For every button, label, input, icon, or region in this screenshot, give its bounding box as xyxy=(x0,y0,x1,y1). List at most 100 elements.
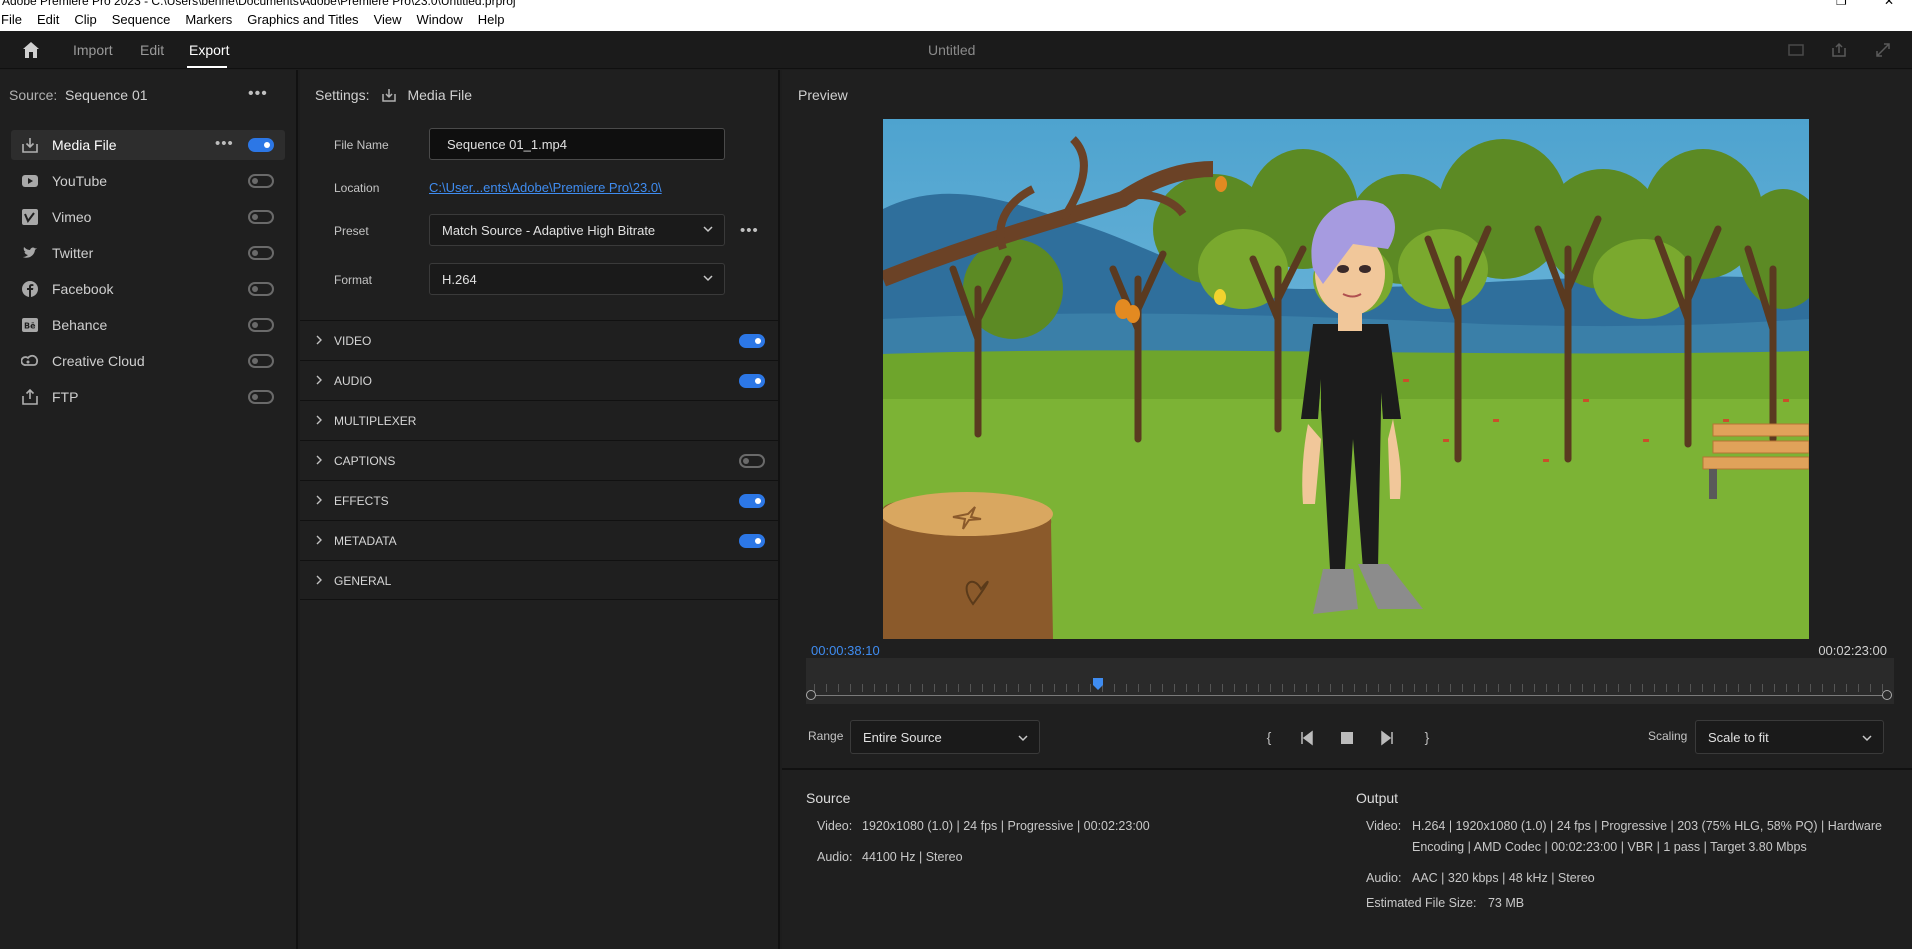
output-video-value-line2: Encoding | AMD Codec | 00:02:23:00 | VBR… xyxy=(1412,840,1807,854)
menu-graphics-and-titles[interactable]: Graphics and Titles xyxy=(240,12,366,27)
destination-creative-cloud[interactable]: Creative Cloud xyxy=(11,346,285,376)
section-multiplexer[interactable]: MULTIPLEXER xyxy=(300,400,778,440)
playhead-icon[interactable] xyxy=(1092,678,1104,690)
section-video[interactable]: VIDEO xyxy=(300,320,778,360)
out-point-handle[interactable] xyxy=(1882,690,1892,700)
stop-icon[interactable] xyxy=(1338,729,1356,747)
section-metadata[interactable]: METADATA xyxy=(300,520,778,560)
format-select[interactable]: H.264 xyxy=(429,263,725,295)
destination-facebook[interactable]: Facebook xyxy=(11,274,285,304)
source-name: Sequence 01 xyxy=(65,87,148,103)
source-video-label: Video: xyxy=(817,819,853,833)
twitter-toggle[interactable] xyxy=(248,246,274,260)
source-more-icon[interactable]: ••• xyxy=(248,85,268,103)
destinations-panel: Source: Sequence 01 ••• Media File ••• Y… xyxy=(0,70,298,949)
destination-youtube[interactable]: YouTube xyxy=(11,166,285,196)
tab-edit[interactable]: Edit xyxy=(140,42,164,58)
chevron-down-icon xyxy=(703,226,713,233)
fullscreen-icon[interactable] xyxy=(1874,42,1892,58)
menu-help[interactable]: Help xyxy=(471,12,513,27)
file-name-label: File Name xyxy=(334,138,389,152)
menu-view[interactable]: View xyxy=(367,12,410,27)
home-icon[interactable] xyxy=(22,41,40,59)
preview-controls: Range Entire Source { } Scaling Scale to… xyxy=(782,720,1912,756)
facebook-toggle[interactable] xyxy=(248,282,274,296)
chevron-right-icon xyxy=(316,495,322,505)
video-toggle[interactable] xyxy=(739,334,765,348)
chevron-down-icon xyxy=(1862,735,1872,742)
menu-sequence[interactable]: Sequence xyxy=(105,12,179,27)
metadata-toggle[interactable] xyxy=(739,534,765,548)
destination-label: YouTube xyxy=(52,173,108,189)
location-label: Location xyxy=(334,181,380,195)
creative-cloud-toggle[interactable] xyxy=(248,354,274,368)
step-forward-icon[interactable] xyxy=(1378,729,1396,747)
media-file-icon xyxy=(382,89,397,102)
menu-edit[interactable]: Edit xyxy=(30,12,67,27)
preset-select[interactable]: Match Source - Adaptive High Bitrate xyxy=(429,214,725,246)
destination-label: Creative Cloud xyxy=(52,353,145,369)
section-label: AUDIO xyxy=(334,374,373,388)
preset-more-icon[interactable]: ••• xyxy=(740,222,759,239)
media-file-toggle[interactable] xyxy=(248,138,274,152)
audio-toggle[interactable] xyxy=(739,374,765,388)
section-effects[interactable]: EFFECTS xyxy=(300,480,778,520)
output-audio-value: AAC | 320 kbps | 48 kHz | Stereo xyxy=(1412,871,1595,885)
behance-toggle[interactable] xyxy=(248,318,274,332)
destination-media-file[interactable]: Media File ••• xyxy=(11,130,285,160)
destination-behance[interactable]: Bē Behance xyxy=(11,310,285,340)
active-tab-indicator xyxy=(187,66,227,68)
section-label: CAPTIONS xyxy=(334,454,396,468)
cartoon-park-scene-image xyxy=(883,119,1809,639)
destination-label: Behance xyxy=(52,317,108,333)
location-link[interactable]: C:\User...ents\Adobe\Premiere Pro\23.0\ xyxy=(429,180,662,195)
vimeo-icon xyxy=(22,209,38,225)
section-audio[interactable]: AUDIO xyxy=(300,360,778,400)
estimated-size-row: Estimated File Size: 73 MB xyxy=(1366,893,1524,914)
range-select[interactable]: Entire Source xyxy=(850,720,1040,754)
app-header: Import Edit Export Untitled xyxy=(0,31,1912,69)
destination-ftp[interactable]: FTP xyxy=(11,382,285,412)
estimated-size-value: 73 MB xyxy=(1487,896,1525,910)
chevron-right-icon xyxy=(316,575,322,585)
section-captions[interactable]: CAPTIONS xyxy=(300,440,778,480)
mark-out-icon[interactable]: } xyxy=(1418,729,1436,747)
menu-markers[interactable]: Markers xyxy=(178,12,240,27)
maximize-icon[interactable]: ❐ xyxy=(1836,0,1847,8)
share-icon[interactable] xyxy=(1830,42,1848,58)
export-summary: Source Video: 1920x1080 (1.0) | 24 fps |… xyxy=(782,768,1912,949)
in-point-handle[interactable] xyxy=(806,690,816,700)
source-label: Source: xyxy=(9,87,58,103)
tab-import[interactable]: Import xyxy=(73,42,113,58)
preview-panel: Preview 00:00:38:10 00:02:23:00 Range En… xyxy=(782,70,1912,949)
destination-label: Media File xyxy=(52,137,117,153)
current-timecode[interactable]: 00:00:38:10 xyxy=(811,643,880,658)
chevron-right-icon xyxy=(316,455,322,465)
mark-in-icon[interactable]: { xyxy=(1260,729,1278,747)
section-general[interactable]: GENERAL xyxy=(300,560,778,600)
menu-window[interactable]: Window xyxy=(410,12,471,27)
source-video-value: 1920x1080 (1.0) | 24 fps | Progressive |… xyxy=(862,819,1150,833)
step-back-icon[interactable] xyxy=(1298,729,1316,747)
settings-header: Settings: Media File xyxy=(315,87,472,103)
close-icon[interactable]: ✕ xyxy=(1884,0,1894,8)
vimeo-toggle[interactable] xyxy=(248,210,274,224)
source-audio-label: Audio: xyxy=(817,850,853,864)
youtube-toggle[interactable] xyxy=(248,174,274,188)
file-name-value: Sequence 01_1.mp4 xyxy=(447,136,567,152)
source-video-row: Video: 1920x1080 (1.0) | 24 fps | Progre… xyxy=(817,816,1150,837)
menu-clip[interactable]: Clip xyxy=(67,12,104,27)
chevron-right-icon xyxy=(316,375,322,385)
tab-export[interactable]: Export xyxy=(189,42,229,58)
captions-toggle[interactable] xyxy=(739,454,765,468)
file-name-input[interactable]: Sequence 01_1.mp4 xyxy=(429,128,725,160)
ftp-toggle[interactable] xyxy=(248,390,274,404)
timeline-scrubber[interactable] xyxy=(806,658,1894,704)
destination-vimeo[interactable]: Vimeo xyxy=(11,202,285,232)
quick-export-icon[interactable] xyxy=(1787,42,1805,58)
scaling-select[interactable]: Scale to fit xyxy=(1695,720,1884,754)
media-file-more-icon[interactable]: ••• xyxy=(215,135,234,152)
effects-toggle[interactable] xyxy=(739,494,765,508)
destination-twitter[interactable]: Twitter xyxy=(11,238,285,268)
menu-file[interactable]: File xyxy=(0,12,30,27)
